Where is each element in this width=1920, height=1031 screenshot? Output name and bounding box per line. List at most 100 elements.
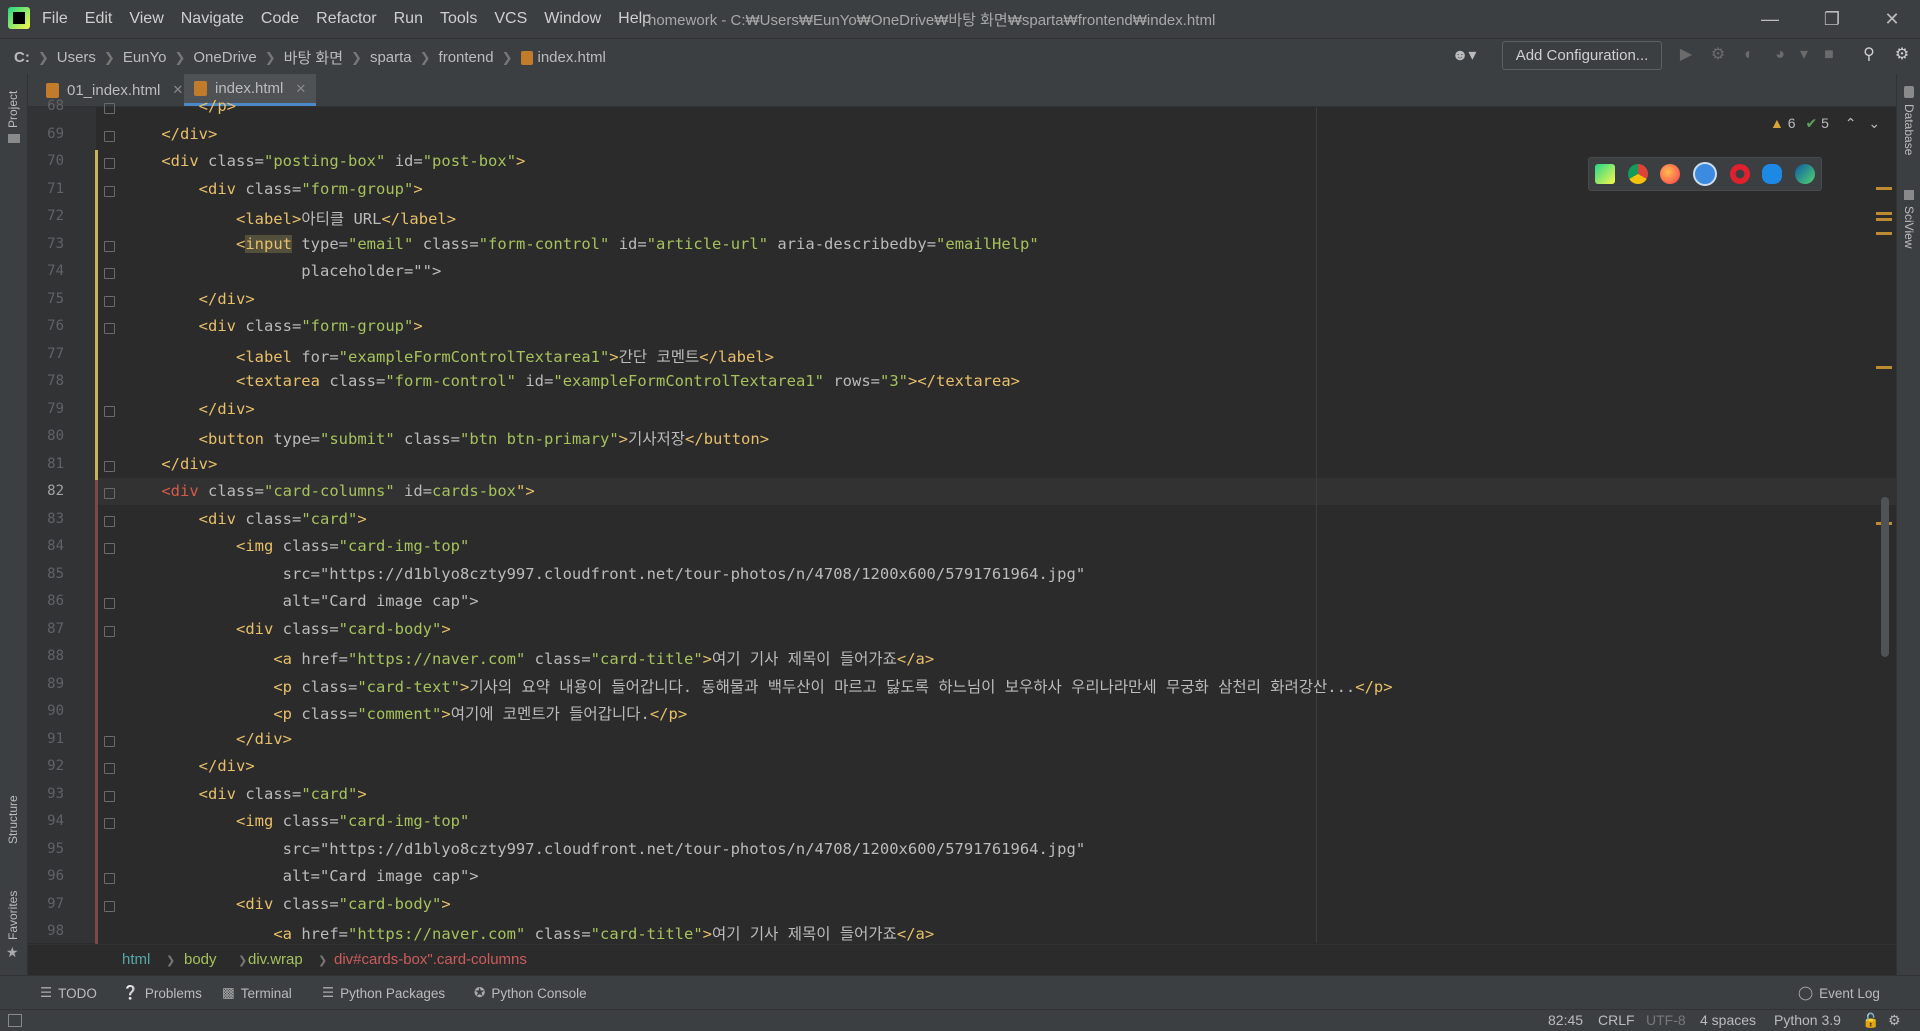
crumb-cards-box[interactable]: div#cards-box".card-columns [334, 951, 527, 968]
fold-marker-icon[interactable] [104, 460, 115, 472]
error-stripe-mark[interactable] [1876, 366, 1892, 369]
code-line[interactable]: <img class="card-img-top" [124, 537, 469, 555]
fold-marker-icon[interactable] [104, 543, 115, 554]
code-line[interactable]: alt="Card image cap"> [124, 592, 479, 610]
project-tool-button[interactable]: Project [6, 91, 20, 128]
firefox-icon[interactable] [1660, 164, 1681, 184]
code-line[interactable]: src="https://d1blyo8czty997.cloudfront.n… [124, 565, 1086, 583]
user-icon[interactable]: ☻▾ [1446, 45, 1482, 67]
indent-setting[interactable]: 4 spaces [1700, 1012, 1756, 1028]
inspection-widget[interactable]: ▲ 6 ✔ 5 ⌃ ⌄ [1770, 115, 1880, 132]
fold-marker-icon[interactable] [104, 515, 115, 527]
crumb-index-html[interactable]: index.html [538, 49, 606, 66]
structure-tool-button[interactable]: Structure [6, 795, 20, 844]
fold-marker-icon[interactable] [104, 158, 115, 169]
code-line[interactable]: <input type="email" class="form-control"… [124, 234, 1039, 253]
code-line[interactable]: </div> [124, 455, 217, 473]
error-stripe-mark[interactable] [1876, 187, 1892, 190]
fold-marker-icon[interactable] [104, 185, 115, 197]
fold-marker-icon[interactable] [104, 900, 115, 912]
fold-marker-icon[interactable] [104, 103, 115, 114]
panel-toggle-icon[interactable] [8, 1014, 22, 1027]
code-line[interactable]: alt="Card image cap"> [124, 867, 479, 885]
terminal-tool-button[interactable]: ▩ Terminal [222, 985, 292, 1001]
code-line[interactable]: <div class="card-body"> [124, 620, 451, 638]
event-log-tool-button[interactable]: ◯ Event Log [1798, 985, 1880, 1001]
crumb-sparta[interactable]: sparta [370, 49, 412, 66]
fold-marker-icon[interactable] [104, 295, 115, 307]
code-line[interactable]: <div class="form-group"> [124, 180, 423, 198]
python-console-tool-button[interactable]: ✪ Python Console [474, 985, 587, 1001]
todo-tool-button[interactable]: ☰ TODO [40, 985, 97, 1001]
fold-marker-icon[interactable] [104, 240, 115, 252]
menu-view[interactable]: View [129, 10, 163, 28]
crumb-desktop[interactable]: 바탕 화면 [284, 47, 343, 68]
problems-tool-button[interactable]: ❔ Problems [122, 985, 202, 1001]
favorites-tool-button[interactable]: Favorites [6, 891, 20, 940]
safari-icon[interactable] [1692, 162, 1717, 186]
search-icon[interactable]: ⚲ [1858, 44, 1880, 66]
code-line[interactable]: <div class="card"> [124, 510, 367, 528]
fold-marker-icon[interactable] [104, 598, 115, 609]
coverage-icon[interactable]: ◐ [1738, 44, 1760, 66]
code-line[interactable]: <p class="comment">여기에 코멘트가 들어갑니다.</p> [124, 702, 687, 724]
chevron-down-icon[interactable]: ▾ [1793, 44, 1815, 66]
pycharm-logo-icon[interactable] [8, 7, 30, 29]
vertical-scrollbar[interactable] [1881, 497, 1889, 657]
fold-marker-icon[interactable] [104, 323, 115, 334]
menu-navigate[interactable]: Navigate [181, 10, 244, 28]
fold-marker-icon[interactable] [104, 405, 115, 417]
code-line[interactable]: src="https://d1blyo8czty997.cloudfront.n… [124, 840, 1086, 858]
code-line[interactable]: <img class="card-img-top" [124, 812, 469, 830]
menu-window[interactable]: Window [544, 10, 601, 28]
fold-marker-icon[interactable] [104, 268, 115, 279]
fold-marker-icon[interactable] [104, 818, 115, 829]
python-interpreter[interactable]: Python 3.9 [1774, 1012, 1841, 1028]
crumb-frontend[interactable]: frontend [439, 49, 494, 66]
debug-icon[interactable]: ⚙ [1707, 44, 1729, 66]
fold-marker-icon[interactable] [104, 873, 115, 884]
crumb-onedrive[interactable]: OneDrive [193, 49, 256, 66]
code-line[interactable]: <p class="card-text">기사의 요약 내용이 들어갑니다. 동… [124, 675, 1392, 697]
crumb-div-wrap[interactable]: div.wrap [248, 951, 303, 968]
edge-icon[interactable] [1794, 164, 1815, 184]
code-line[interactable]: <a href="https://naver.com" class="card-… [124, 647, 934, 669]
code-line[interactable]: </div> [124, 125, 217, 143]
fold-marker-icon[interactable] [104, 625, 115, 637]
chevron-up-icon[interactable]: ⌃ [1845, 115, 1857, 131]
menu-run[interactable]: Run [394, 10, 423, 28]
close-icon[interactable]: ✕ [295, 81, 306, 97]
menu-tools[interactable]: Tools [440, 10, 477, 28]
restore-icon[interactable]: ❐ [1812, 6, 1852, 32]
file-encoding[interactable]: UTF-8 [1646, 1012, 1686, 1028]
crumb-html[interactable]: html [122, 951, 150, 968]
fold-marker-icon[interactable] [104, 790, 115, 802]
stop-icon[interactable]: ■ [1818, 44, 1840, 66]
fold-marker-icon[interactable] [104, 130, 115, 142]
crumb-users[interactable]: Users [57, 49, 96, 66]
chrome-icon[interactable] [1627, 164, 1648, 184]
menu-refactor[interactable]: Refactor [316, 10, 376, 28]
code-line[interactable]: </div> [124, 730, 292, 748]
crumb-eunyo[interactable]: EunYo [123, 49, 167, 66]
add-configuration-button[interactable]: Add Configuration... [1502, 41, 1662, 70]
code-line[interactable]: <div class="card"> [124, 785, 367, 803]
code-line[interactable]: <div class="form-group"> [124, 317, 423, 335]
menu-help[interactable]: Help [618, 10, 651, 28]
inspector-icon[interactable]: ⚙ [1888, 1012, 1901, 1029]
code-line[interactable]: </p> [124, 97, 236, 115]
fold-marker-icon[interactable] [104, 763, 115, 774]
profile-icon[interactable]: ◕ [1769, 44, 1791, 66]
code-line[interactable]: </div> [124, 290, 255, 308]
sciview-tool-button[interactable]: SciView [1902, 206, 1916, 248]
crumb-drive[interactable]: C: [14, 49, 30, 66]
run-icon[interactable]: ▶ [1675, 44, 1697, 66]
code-line[interactable]: <label>아티클 URL</label> [124, 207, 456, 229]
code-line[interactable]: <div class="card-body"> [124, 895, 451, 913]
code-line[interactable]: placeholder=""> [124, 262, 441, 280]
code-line[interactable]: <a href="https://naver.com" class="card-… [124, 922, 934, 944]
menu-code[interactable]: Code [261, 10, 299, 28]
code-line[interactable]: <button type="submit" class="btn btn-pri… [124, 427, 769, 449]
error-stripe-mark[interactable] [1876, 218, 1892, 221]
code-line[interactable]: </div> [124, 400, 255, 418]
